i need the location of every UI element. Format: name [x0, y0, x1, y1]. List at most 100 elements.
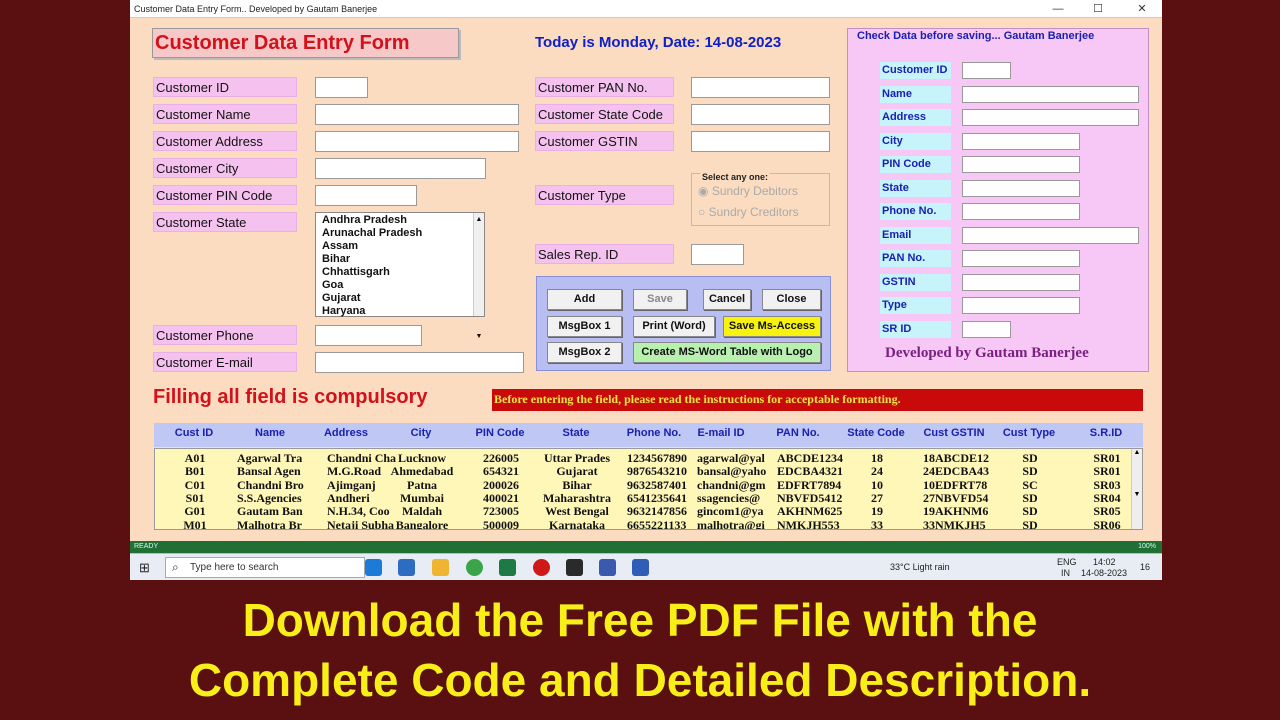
type-group-legend: Select any one: [700, 172, 771, 182]
edge-icon[interactable] [365, 559, 382, 576]
check-label: Type [880, 297, 951, 314]
check-label: PAN No. [880, 250, 951, 267]
mail-icon[interactable] [398, 559, 415, 576]
editor-icon[interactable] [566, 559, 583, 576]
customer-city-input[interactable] [315, 158, 486, 179]
customer-name-input[interactable] [315, 104, 519, 125]
table-row[interactable]: S01 S.S.Agencies Andheri Mumbai 400021 Mahara… [155, 491, 1130, 505]
compulsory-note: Filling all field is compulsory [153, 386, 428, 408]
banner-line-2: Complete Code and Detailed Description. [188, 654, 1092, 706]
column-header: Cust Type [1002, 427, 1056, 439]
radio-sundry-debitors[interactable]: ◉ Sundry Debitors [698, 184, 798, 198]
state-listbox[interactable]: Andhra Pradesh Arunachal Pradesh Assam B… [315, 212, 485, 340]
list-item[interactable]: Bihar [322, 253, 484, 266]
lang-in[interactable]: IN [1061, 568, 1070, 578]
column-header: Address [323, 427, 369, 439]
button-panel: Add Save Cancel Close MsgBox 1 Print (Wo… [536, 276, 831, 371]
maximize-button[interactable]: ☐ [1080, 0, 1116, 18]
check-field [962, 156, 1080, 173]
pan-input[interactable] [691, 77, 830, 98]
check-field [962, 321, 1011, 338]
customer-address-label: Customer Address [153, 131, 297, 151]
customer-city-label: Customer City [153, 158, 297, 178]
customer-email-input[interactable] [315, 352, 524, 373]
radio-sundry-creditors[interactable]: ○ Sundry Creditors [698, 205, 799, 219]
search-icon: ⌕ [172, 560, 179, 574]
customer-table[interactable]: ▲ ▼ A01 Agarwal Tra Chandni Cha Lucknow 22600… [154, 448, 1143, 530]
msgbox2-button[interactable]: MsgBox 2 [547, 342, 622, 363]
list-item[interactable]: Gujarat [322, 292, 484, 305]
customer-pin-input[interactable] [315, 185, 417, 206]
weather-text[interactable]: 33°C Light rain [890, 562, 950, 572]
table-row[interactable]: A01 Agarwal Tra Chandni Cha Lucknow 226005 Ut… [155, 451, 1130, 465]
customer-type-group: Select any one: ◉ Sundry Debitors ○ Sund… [691, 172, 830, 226]
gstin-input[interactable] [691, 131, 830, 152]
state-code-label: Customer State Code [535, 104, 674, 124]
customer-phone-label: Customer Phone [153, 325, 297, 345]
lang-eng[interactable]: ENG [1057, 557, 1077, 567]
table-cell: 33NMKJH5 [923, 517, 986, 530]
customer-email-label: Customer E-mail [153, 352, 297, 372]
check-field [962, 274, 1080, 291]
list-item[interactable]: Goa [322, 279, 484, 292]
clock-date[interactable]: 14-08-2023 [1081, 568, 1127, 578]
record-icon[interactable] [533, 559, 550, 576]
save-button[interactable]: Save [633, 289, 687, 310]
developed-by: Developed by Gautam Banerjee [885, 345, 1089, 361]
check-label: Phone No. [880, 203, 951, 220]
table-cell: Karnataka [548, 517, 605, 530]
cancel-button[interactable]: Cancel [703, 289, 751, 310]
list-item[interactable]: Chhattisgarh [322, 266, 484, 279]
chrome-icon[interactable] [466, 559, 483, 576]
close-button[interactable]: Close [762, 289, 821, 310]
gstin-label: Customer GSTIN [535, 131, 674, 151]
check-label: City [880, 133, 951, 150]
app-icon[interactable] [599, 559, 616, 576]
check-panel-heading: Check Data before saving... Gautam Baner… [857, 30, 1095, 42]
customer-phone-input[interactable] [315, 325, 422, 346]
table-row[interactable]: C01 Chandni Bro Ajimganj Patna 200026 Bihar 96… [155, 478, 1130, 492]
status-bar: READY 100% [130, 541, 1162, 553]
taskbar-search[interactable]: ⌕ Type here to search [165, 557, 365, 578]
minimize-button[interactable]: — [1040, 0, 1076, 18]
column-header: PIN Code [475, 427, 525, 439]
state-code-input[interactable] [691, 104, 830, 125]
pan-label: Customer PAN No. [535, 77, 674, 97]
form-heading: Customer Data Entry Form [152, 28, 459, 58]
windows-start-icon[interactable]: ⊞ [139, 560, 150, 576]
table-row[interactable]: G01 Gautam Ban N.H.34, Coo Maldah 723005 West… [155, 504, 1130, 518]
excel-icon[interactable] [499, 559, 516, 576]
add-button[interactable]: Add [547, 289, 622, 310]
check-label: Name [880, 86, 951, 103]
list-item[interactable]: Arunachal Pradesh [322, 227, 484, 240]
list-item[interactable]: Haryana [322, 305, 484, 318]
clock-time[interactable]: 14:02 [1093, 557, 1116, 567]
status-ready: READY [134, 543, 159, 550]
notification-count[interactable]: 16 [1140, 562, 1150, 572]
sales-rep-input[interactable] [691, 244, 744, 265]
create-word-table-button[interactable]: Create MS-Word Table with Logo [633, 342, 821, 363]
instructions-banner: Before entering the field, please read t… [492, 389, 1143, 411]
table-cell: SD [1022, 517, 1038, 530]
customer-address-input[interactable] [315, 131, 519, 152]
table-row[interactable]: M01 Malhotra Br Netaji Subha Bangalore 50000… [155, 517, 1130, 530]
listbox-scrollbar[interactable]: ▲ ▼ [473, 213, 484, 340]
table-cell: Bangalore [395, 517, 449, 530]
msgbox1-button[interactable]: MsgBox 1 [547, 316, 622, 337]
print-word-button[interactable]: Print (Word) [633, 316, 715, 337]
list-item[interactable]: Assam [322, 240, 484, 253]
column-header: State Code [847, 427, 905, 439]
list-item[interactable]: Andhra Pradesh [322, 214, 484, 227]
column-header: E-mail ID [697, 427, 745, 439]
sales-rep-label: Sales Rep. ID [535, 244, 674, 264]
customer-id-input[interactable] [315, 77, 368, 98]
save-access-button[interactable]: Save Ms-Access [723, 316, 821, 337]
file-explorer-icon[interactable] [432, 559, 449, 576]
close-window-button[interactable]: ✕ [1124, 0, 1160, 18]
column-header: City [410, 427, 432, 439]
table-row[interactable]: B01 Bansal Agen M.G.Road Ahmedabad 654321 Guj… [155, 464, 1130, 478]
check-field [962, 109, 1139, 126]
word-icon[interactable] [632, 559, 649, 576]
column-header: S.R.ID [1089, 427, 1123, 439]
table-cell: malhotra@gi [697, 517, 765, 530]
